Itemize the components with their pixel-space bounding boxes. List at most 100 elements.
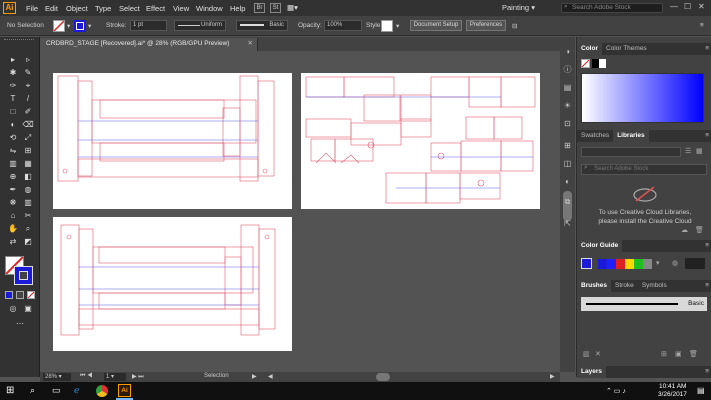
color-guide-menu-icon[interactable]: ≡ (705, 240, 709, 252)
magic-wand-tool-icon[interactable]: ✱ (7, 67, 19, 78)
brushes-panel-menu-icon[interactable]: ≡ (705, 280, 709, 292)
artboard-field[interactable]: 1 ▾ (104, 373, 126, 381)
properties-panel-icon[interactable]: ▤ (562, 83, 573, 93)
artboard-1[interactable] (53, 73, 292, 209)
edit-colors-icon[interactable]: ◍ (672, 259, 678, 267)
menu-edit[interactable]: Edit (45, 4, 58, 13)
draw-mode-icon[interactable]: ◎ (7, 303, 19, 314)
stroke-profile-select[interactable]: Uniform (174, 20, 226, 31)
color-mode-icon[interactable] (5, 291, 13, 299)
menu-view[interactable]: View (173, 4, 189, 13)
transparency-panel-icon[interactable]: ◐ (562, 177, 573, 187)
system-tray-icons[interactable]: ⌃ ▭ ♪ (606, 387, 626, 395)
menu-type[interactable]: Type (95, 4, 111, 13)
chrome-icon[interactable] (96, 385, 108, 397)
shape-builder-tool-icon[interactable]: ▥ (7, 158, 19, 169)
panel-menu-icon[interactable]: ≡ (700, 22, 704, 29)
edge-browser-icon[interactable]: ℯ (74, 385, 79, 396)
blend-tool-icon[interactable]: ◍ (22, 184, 34, 195)
brush-item-basic[interactable]: Basic (581, 297, 707, 311)
tab-color-themes[interactable]: Color Themes (602, 43, 651, 55)
shaper-tool-icon[interactable]: ◐ (7, 119, 19, 130)
grid-view-icon[interactable]: ▦ (696, 147, 703, 155)
task-view-icon[interactable]: ▭ (52, 385, 61, 396)
libraries-panel-menu-icon[interactable]: ≡ (705, 130, 709, 142)
menu-help[interactable]: Help (230, 4, 245, 13)
artboards-panel-icon[interactable]: ⧉ (562, 197, 573, 207)
illustrator-taskbar-icon[interactable]: Ai (118, 384, 131, 397)
paintbrush-tool-icon[interactable]: ✐ (22, 106, 34, 117)
default-colors-icon[interactable]: ◩ (22, 236, 34, 247)
tab-symbols[interactable]: Symbols (638, 280, 671, 292)
stroke-weight-field[interactable]: 1 pt (130, 20, 167, 31)
edit-toolbar-icon[interactable]: ⋯ (14, 318, 26, 329)
info-panel-icon[interactable]: ⓘ (562, 65, 573, 75)
document-tab[interactable]: CRDBRD_STAGE [Recovered].ai* @ 28% (RGB/… (40, 38, 258, 51)
opacity-label[interactable]: Opacity: (298, 22, 322, 29)
tab-brushes[interactable]: Brushes (577, 280, 612, 292)
base-color-swatch[interactable] (581, 258, 592, 269)
graphic-style-swatch[interactable] (381, 20, 393, 32)
perspective-grid-tool-icon[interactable]: ▦ (22, 158, 34, 169)
curvature-tool-icon[interactable]: ⌖ (22, 80, 34, 91)
rectangle-tool-icon[interactable]: □ (7, 106, 19, 117)
none-mode-icon[interactable] (27, 291, 35, 299)
gradient-tool-icon[interactable]: ◧ (22, 171, 34, 182)
symbol-sprayer-tool-icon[interactable]: ❋ (7, 197, 19, 208)
mesh-tool-icon[interactable]: ⊕ (7, 171, 19, 182)
stroke-indicator[interactable] (14, 266, 33, 285)
width-tool-icon[interactable]: ⇋ (7, 145, 19, 156)
search-icon[interactable]: ⌕ (30, 385, 35, 396)
stroke-swatch[interactable] (74, 20, 86, 32)
horizontal-scroll-thumb[interactable] (376, 373, 390, 381)
direct-selection-tool-icon[interactable]: ▹ (22, 54, 34, 65)
tab-swatches[interactable]: Swatches (577, 130, 613, 142)
notifications-icon[interactable]: ▤ (697, 386, 705, 395)
eyedropper-tool-icon[interactable]: ✒ (7, 184, 19, 195)
tab-stroke[interactable]: Stroke (611, 280, 638, 292)
menu-select[interactable]: Select (119, 4, 140, 13)
fill-swatch[interactable] (53, 20, 65, 32)
toolbar-grip[interactable] (4, 39, 34, 42)
appearance-panel-icon[interactable]: ☀ (562, 101, 573, 111)
swap-fill-stroke-icon[interactable]: ⇄ (7, 236, 19, 247)
scroll-left-icon[interactable]: ◀ (268, 373, 273, 380)
zoom-field[interactable]: 28% ▾ (43, 373, 71, 381)
selection-tool-icon[interactable]: ▸ (7, 54, 19, 65)
color-black-swatch[interactable] (592, 59, 599, 68)
list-view-icon[interactable]: ☰ (685, 147, 691, 155)
pen-tool-icon[interactable]: ✑ (7, 80, 19, 91)
stroke-dropdown-icon[interactable]: ▾ (88, 22, 91, 30)
pathfinder-panel-icon[interactable]: ◫ (562, 159, 573, 169)
align-panel-icon[interactable]: ⊞ (562, 141, 573, 151)
artboard-2[interactable] (301, 73, 540, 209)
fill-dropdown-icon[interactable]: ▾ (67, 22, 70, 30)
brush-libraries-icon[interactable]: ▥ (583, 350, 590, 358)
stroke-label[interactable]: Stroke: (106, 22, 127, 29)
brush-options-icon[interactable]: ▣ (675, 350, 682, 358)
zoom-tool-icon[interactable]: ⌕ (22, 223, 34, 234)
scale-tool-icon[interactable]: ⤢ (22, 132, 34, 143)
menu-file[interactable]: File (26, 4, 38, 13)
harmony-colors[interactable] (598, 259, 652, 269)
free-transform-tool-icon[interactable]: ⊞ (22, 145, 34, 156)
tab-color[interactable]: Color (577, 43, 602, 55)
document-setup-button[interactable]: Document Setup (410, 20, 462, 31)
color-none-swatch[interactable] (581, 59, 590, 68)
canvas[interactable] (40, 51, 560, 372)
maximize-button[interactable]: ☐ (684, 2, 691, 11)
close-tab-icon[interactable]: ✕ (248, 38, 253, 50)
opacity-field[interactable]: 100% (324, 20, 362, 31)
delete-icon[interactable]: 🗑 (695, 226, 704, 234)
hand-tool-icon[interactable]: ✋ (7, 223, 19, 234)
artboard-tool-icon[interactable]: ⌂ (7, 210, 19, 221)
color-panel-icon[interactable]: ◑ (562, 47, 573, 57)
libraries-search-input[interactable]: Search Adobe Stock (581, 164, 707, 175)
links-panel-icon[interactable]: ⇱ (562, 219, 573, 229)
search-input[interactable]: Search Adobe Stock (561, 3, 663, 13)
libraries-select[interactable] (581, 147, 681, 157)
windows-start-icon[interactable]: ⊞ (6, 385, 14, 396)
tab-layers[interactable]: Layers (577, 366, 606, 378)
new-brush-icon[interactable]: ⊞ (661, 350, 667, 358)
line-tool-icon[interactable]: / (22, 93, 34, 104)
